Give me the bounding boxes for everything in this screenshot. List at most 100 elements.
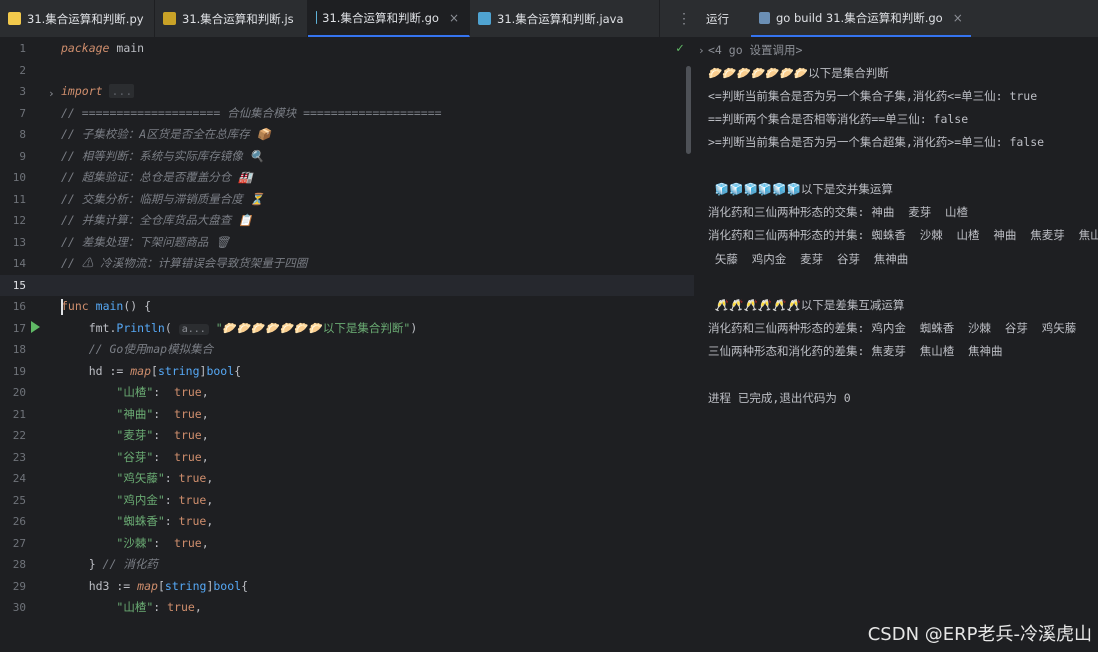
code-line[interactable]: 2 — [0, 60, 694, 82]
more-tabs-icon[interactable]: ⋮ — [674, 0, 694, 37]
code-line[interactable]: 27 "沙棘": true, — [0, 533, 694, 555]
code-line[interactable]: 7 // ==================== 合仙集合模块 ========… — [0, 103, 694, 125]
code-line[interactable]: 26 "蜘蛛香": true, — [0, 511, 694, 533]
editor-tab-label: 31.集合运算和判断.py — [27, 11, 144, 26]
code-line[interactable]: 1 package main — [0, 38, 694, 60]
code-line[interactable]: 24 "鸡矢藤": true, — [0, 468, 694, 490]
code-line[interactable]: 16 func main() { — [0, 296, 694, 318]
console-line: 矢藤 鸡内金 麦芽 谷芽 焦神曲 — [708, 252, 909, 266]
console-line: >=判断当前集合是否为另一个集合超集,消化药>=单三仙: false — [708, 135, 1045, 149]
line-number: 12 — [12, 214, 26, 227]
chevron-right-icon[interactable]: › — [698, 44, 705, 57]
console-line: 🥟🥟🥟🥟🥟🥟🥟以下是集合判断 — [708, 66, 889, 80]
code-text: "麦芽": true, — [116, 428, 209, 442]
line-number: 29 — [12, 579, 26, 593]
line-number: 18 — [12, 343, 26, 356]
fold-expand-icon[interactable]: › — [48, 87, 55, 100]
code-line[interactable]: 3 import ... — [0, 81, 694, 103]
run-console-output[interactable]: <4 go 设置调用> 🥟🥟🥟🥟🥟🥟🥟以下是集合判断 <=判断当前集合是否为另一个集… — [694, 38, 1098, 652]
console-line: 🥂🥂🥂🥂🥂🥂以下是差集互减运算 — [708, 298, 905, 312]
code-line[interactable]: 19 hd := map[string]bool{ — [0, 361, 694, 383]
java-icon — [478, 12, 491, 25]
code-text: "谷芽": true, — [116, 449, 209, 464]
line-number: 20 — [12, 386, 26, 399]
console-line: 消化药和三仙两种形态的差集: 鸡内金 蜘蛛香 沙棘 谷芽 鸡矢藤 — [708, 321, 1077, 335]
close-icon[interactable]: × — [953, 11, 963, 25]
code-text: // 差集处理：下架问题商品 🗑 — [61, 234, 230, 249]
editor-tab-1[interactable]: 31.集合运算和判断.py — [0, 0, 155, 37]
close-icon[interactable]: × — [449, 11, 459, 25]
code-text: "山楂": true, — [116, 600, 202, 614]
line-number: 10 — [12, 171, 26, 184]
line-number: 21 — [12, 407, 26, 421]
line-number: 8 — [19, 128, 26, 141]
python-icon — [8, 12, 21, 25]
line-number: 27 — [12, 536, 26, 550]
code-text: "蜘蛛香": true, — [116, 514, 214, 528]
code-line[interactable]: 14 // ⚠ 冷溪物流：计算错误会导致货架量于四圈 — [0, 253, 694, 275]
code-text: "神曲": true, — [116, 406, 209, 421]
run-panel-title: 运行 — [706, 11, 729, 26]
line-number: 24 — [12, 472, 26, 485]
console-line: 消化药和三仙两种形态的交集: 神曲 麦芽 山楂 — [708, 205, 969, 219]
line-number: 14 — [12, 257, 26, 270]
run-gutter-icon[interactable] — [31, 321, 40, 333]
line-number: 22 — [12, 429, 26, 442]
code-line[interactable]: 18 // Go使用map模拟集合 — [0, 339, 694, 361]
console-line: 🧊🧊🧊🧊🧊🧊以下是交并集运算 — [708, 182, 893, 196]
go-build-icon — [759, 11, 770, 24]
code-line[interactable]: 25 "鸡内金": true, — [0, 490, 694, 512]
editor-tab-label: 31.集合运算和判断.go — [322, 10, 439, 25]
console-line: 三仙两种形态和消化药的差集: 焦麦芽 焦山楂 焦神曲 — [708, 344, 1003, 358]
code-text: package main — [61, 41, 145, 55]
console-line: ==判断两个集合是否相等消化药==单三仙: false — [708, 112, 969, 126]
run-panel-header: 运行 go build 31.集合运算和判断.go × — [694, 0, 1098, 37]
code-line[interactable]: 22 "麦芽": true, — [0, 425, 694, 447]
code-line[interactable]: 8 // 子集校验：A区货是否全在总库存 📦 — [0, 124, 694, 146]
code-line[interactable]: 13 // 差集处理：下架问题商品 🗑 — [0, 232, 694, 254]
line-number: 30 — [12, 601, 26, 614]
code-line[interactable]: 21 "神曲": true, — [0, 404, 694, 426]
code-line[interactable]: 10 // 超集验证：总仓是否覆盖分仓 🏭 — [0, 167, 694, 189]
line-number: 15 — [12, 278, 26, 292]
code-text: // 子集校验：A区货是否全在总库存 📦 — [61, 127, 271, 141]
console-line: <4 go 设置调用> — [708, 43, 803, 57]
line-number: 7 — [19, 106, 26, 120]
code-text: // ⚠ 冷溪物流：计算错误会导致货架量于四圈 — [61, 256, 308, 270]
code-line[interactable]: 9 // 相等判断：系统与实际库存镜像 🔍 — [0, 146, 694, 168]
code-line[interactable]: 17 fmt.Println( a... "🥟🥟🥟🥟🥟🥟🥟以下是集合判断") — [0, 318, 694, 340]
editor-tab-2[interactable]: 31.集合运算和判断.js — [155, 0, 308, 37]
code-text: // 并集计算：全仓库货品大盘查 📋 — [61, 213, 253, 227]
console-line: <=判断当前集合是否为另一个集合子集,消化药<=单三仙: true — [708, 89, 1038, 103]
code-line[interactable]: 12 // 并集计算：全仓库货品大盘查 📋 — [0, 210, 694, 232]
line-number: 3 — [19, 85, 26, 98]
code-text: fmt.Println( a... "🥟🥟🥟🥟🥟🥟🥟以下是集合判断") — [61, 320, 418, 335]
code-line[interactable]: 28 } // 消化药 — [0, 554, 694, 576]
code-editor[interactable]: 1 package main 2 3 import ... 7 // ===========… — [0, 38, 694, 652]
code-text: "鸡矢藤": true, — [116, 471, 214, 485]
code-text: func main() { — [61, 299, 152, 313]
code-line[interactable]: 30 "山楂": true, — [0, 597, 694, 619]
editor-tab-label: 31.集合运算和判断.js — [182, 11, 294, 26]
code-text: // Go使用map模拟集合 — [88, 342, 214, 356]
editor-tab-3[interactable]: 31.集合运算和判断.go × — [308, 0, 470, 37]
editor-tab-4[interactable]: 31.集合运算和判断.java — [470, 0, 660, 37]
line-number: 13 — [12, 235, 26, 249]
line-number: 25 — [12, 493, 26, 507]
code-text: // ==================== 合仙集合模块 =========… — [61, 105, 442, 120]
no-problems-check-icon[interactable]: ✓ — [676, 41, 684, 56]
console-line: 进程 已完成,退出代码为 0 — [708, 391, 851, 405]
line-number: 1 — [19, 42, 26, 55]
code-text: hd3 := map[string]bool{ — [61, 578, 249, 593]
editor-scrollbar[interactable] — [686, 66, 691, 154]
code-text: } // 消化药 — [61, 557, 158, 571]
code-line[interactable]: 29 hd3 := map[string]bool{ — [0, 576, 694, 598]
csdn-watermark: CSDN @ERP老兵-冷溪虎山 — [867, 624, 1092, 645]
run-config-tab[interactable]: go build 31.集合运算和判断.go × — [751, 0, 971, 37]
code-line[interactable]: 11 // 交集分析：临期与滞销质量合度 ⏳ — [0, 189, 694, 211]
code-line[interactable]: 23 "谷芽": true, — [0, 447, 694, 469]
line-number: 26 — [12, 515, 26, 528]
line-number: 17 — [12, 321, 26, 335]
code-line[interactable]: 15 — [0, 274, 694, 296]
code-line[interactable]: 20 "山楂": true, — [0, 382, 694, 404]
